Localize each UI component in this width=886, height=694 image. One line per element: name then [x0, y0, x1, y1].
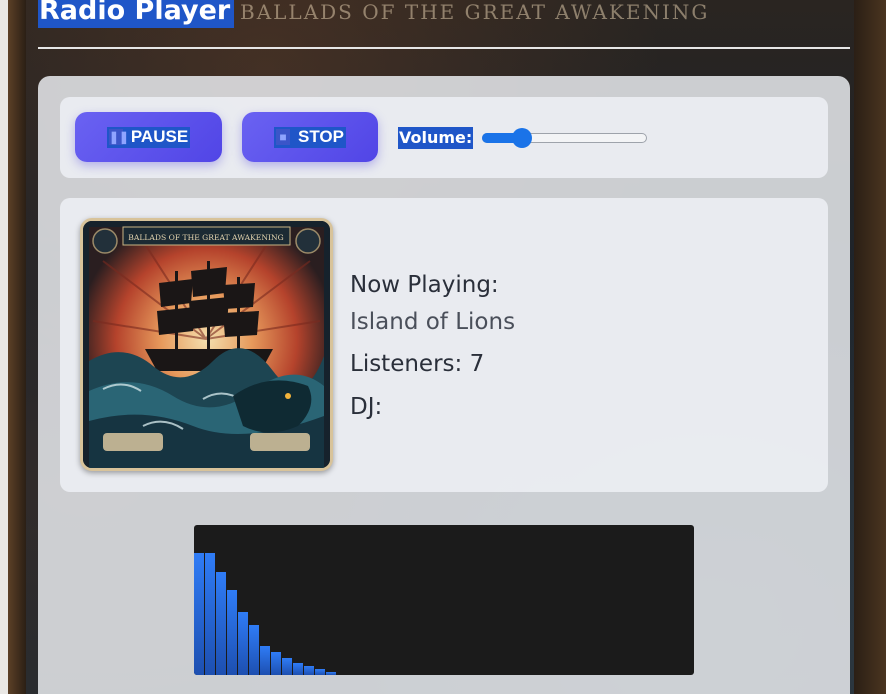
- background-frame-right: [854, 0, 886, 694]
- volume-label: Volume:: [398, 127, 474, 149]
- visualizer-bar: [326, 672, 336, 675]
- audio-visualizer: [194, 525, 694, 675]
- stop-button-label: STOP: [298, 127, 344, 146]
- stop-icon: ■: [276, 129, 290, 145]
- volume-slider-thumb[interactable]: [512, 128, 532, 148]
- dj-line: DJ:: [350, 394, 382, 420]
- page-title: Radio Player: [38, 0, 235, 28]
- visualizer-bar: [293, 663, 303, 675]
- background-banner-text: BALLADS OF THE GREAT AWAKENING: [240, 0, 710, 24]
- listeners-line: Listeners: 7: [350, 351, 484, 377]
- pause-icon: ❚❚: [108, 129, 129, 145]
- volume-slider[interactable]: [482, 128, 647, 148]
- window-edge: [0, 0, 8, 694]
- album-cover-art: BALLADS OF THE GREAT AWAKENING: [83, 221, 330, 468]
- visualizer-bar: [249, 625, 259, 675]
- visualizer-bar: [227, 590, 237, 675]
- listeners-label: Listeners:: [350, 351, 463, 377]
- title-divider: [38, 47, 850, 49]
- visualizer-bar: [216, 572, 226, 675]
- pause-button-label: PAUSE: [130, 127, 189, 146]
- visualizer-bar: [194, 553, 204, 675]
- background-frame-left: [8, 0, 26, 694]
- dj-label: DJ:: [350, 394, 383, 420]
- stop-button[interactable]: ■ STOP: [242, 112, 378, 162]
- album-cover: BALLADS OF THE GREAT AWAKENING: [80, 218, 333, 471]
- visualizer-bar: [271, 652, 281, 675]
- album-cover-title: BALLADS OF THE GREAT AWAKENING: [128, 233, 283, 242]
- visualizer-bar: [205, 553, 215, 675]
- visualizer-bar: [260, 646, 270, 675]
- visualizer-bar: [238, 612, 248, 675]
- visualizer-bar: [315, 669, 325, 675]
- listeners-count: 7: [469, 351, 485, 377]
- pause-button[interactable]: ❚❚ PAUSE: [75, 112, 222, 162]
- visualizer-bar: [282, 658, 292, 675]
- visualizer-bar: [304, 666, 314, 675]
- song-title: Island of Lions: [350, 309, 516, 335]
- now-playing-label: Now Playing:: [350, 272, 499, 298]
